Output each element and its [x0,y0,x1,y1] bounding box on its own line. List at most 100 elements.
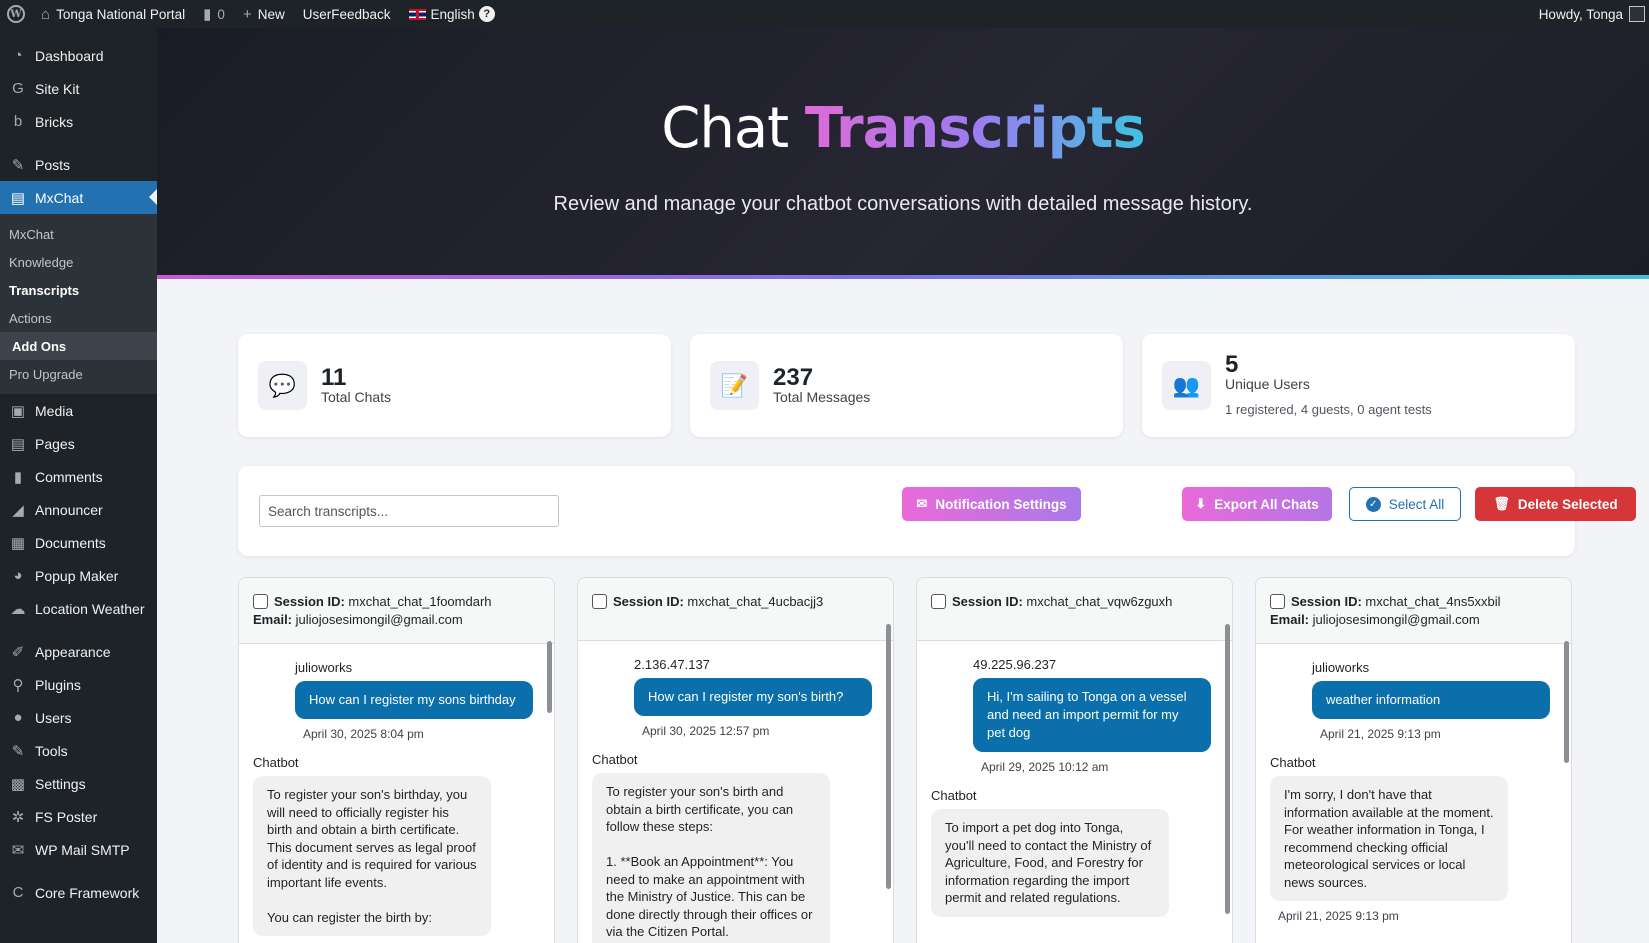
select-checkbox[interactable] [931,594,946,609]
new-label: New [257,6,285,22]
account-menu[interactable]: Howdy, Tonga [1530,0,1645,28]
conversation: julioworks How can I register my sons bir… [239,660,554,936]
stat-number: 11 [321,363,347,391]
message-timestamp: April 30, 2025 8:04 pm [303,727,424,741]
user-name: 49.225.96.237 [973,657,1057,672]
new-content-link[interactable]: + New [234,0,294,28]
admin-sidebar: ◔ Dashboard G Site Kit b Bricks ✎ Posts ▤ MxChat… [0,28,157,943]
email-label: Email: [1270,612,1310,627]
sidebar-item-location-weather[interactable]: ☁ Location Weather [0,592,157,625]
session-id-label: Session ID: [274,594,345,609]
pin-icon: ✎ [11,156,25,174]
stat-card-messages: 📝 237 Total Messages [690,334,1123,437]
message-timestamp: April 21, 2025 9:13 pm [1320,727,1441,741]
sidebar-item-mxchat[interactable]: ▤ MxChat [0,181,157,214]
sidebar-item-label: Core Framework [35,884,140,901]
sidebar-item-label: Bricks [35,113,74,130]
comments-link[interactable]: ▮ 0 [194,0,234,28]
fsposter-icon: ✲ [11,808,25,826]
home-icon: ⌂ [41,5,51,23]
select-all-label: Select All [1388,496,1445,512]
page-title: Chat Transcripts [157,28,1649,161]
user-name: 2.136.47.137 [634,657,710,672]
check-circle-icon: ✓ [1365,496,1381,512]
userfeedback-link[interactable]: UserFeedback [294,0,400,28]
sidebar-item-bricks[interactable]: b Bricks [0,105,157,138]
stats-row: 💬 11 Total Chats 📝 237 Total Messages 👥 … [238,334,1575,437]
mail-icon: ✉ [11,841,25,859]
sidebar-item-media[interactable]: ▣ Media [0,394,157,427]
sidebar-item-label: Plugins [35,676,81,693]
select-checkbox[interactable] [253,594,268,609]
delete-selected-button[interactable]: 🗑 Delete Selected [1475,487,1636,521]
submenu-item-add-ons[interactable]: Add Ons [0,332,157,360]
site-name-link[interactable]: ⌂ Tonga National Portal [32,0,194,28]
language-switcher[interactable]: English? [400,0,504,28]
sidebar-item-pages[interactable]: ▤ Pages [0,427,157,460]
submenu-item-pro-upgrade[interactable]: Pro Upgrade [0,360,157,388]
user-name: julioworks [1312,660,1370,675]
select-all-button[interactable]: ✓ Select All [1349,487,1461,521]
export-all-button[interactable]: ⬇ Export All Chats [1182,487,1332,521]
sidebar-item-tools[interactable]: ✎ Tools [0,734,157,767]
memo-icon: 📝 [710,361,759,410]
bot-message: To register your son's birthday, you wil… [253,776,491,936]
export-icon: ⬇ [1195,496,1207,511]
sidebar-item-label: Media [35,402,74,419]
conversation: 49.225.96.237 Hi, I'm sailing to Tonga on… [917,657,1232,917]
sidebar-item-core-framework[interactable]: C Core Framework [0,876,157,909]
sidebar-item-comments[interactable]: ▮ Comments [0,460,157,493]
submenu-item-mxchat[interactable]: MxChat [0,220,157,248]
transcript-header: Session ID: mxchat_chat_4ucbacjj3 [578,578,893,641]
session-id-label: Session ID: [952,594,1023,609]
search-input[interactable] [259,495,559,527]
sidebar-item-posts[interactable]: ✎ Posts [0,148,157,181]
scrollbar[interactable] [1564,641,1569,763]
bot-name: Chatbot [931,788,977,803]
sidebar-item-settings[interactable]: ▩ Settings [0,767,157,800]
sidebar-item-dashboard[interactable]: ◔ Dashboard [0,39,157,72]
media-icon: ▣ [10,402,26,420]
announcer-icon: ◢ [12,501,24,519]
sidebar-item-site-kit[interactable]: G Site Kit [0,72,157,105]
email-value: juliojosesimongil@gmail.com [1312,612,1480,627]
core-icon: C [12,884,24,901]
help-icon[interactable]: ? [478,6,495,22]
sidebar-item-plugins[interactable]: ⚲ Plugins [0,668,157,701]
scrollbar[interactable] [547,641,552,713]
trash-icon: 🗑 [1493,496,1510,511]
conversation: 2.136.47.137 How can I register my son's … [578,657,893,943]
bot-message: I'm sorry, I don't have that information… [1270,776,1508,901]
sidebar-item-users[interactable]: ● Users [0,701,157,734]
select-checkbox[interactable] [592,594,607,609]
main-content: Chat Transcripts Review and manage your … [157,28,1649,943]
sidebar-item-label: Announcer [35,501,103,518]
scrollbar[interactable] [886,624,891,889]
sidebar-item-label: Site Kit [35,80,80,97]
admin-bar: W ⌂ Tonga National Portal ▮ 0 + New UserFee… [0,0,1649,28]
sidebar-item-documents[interactable]: ▦ Documents [0,526,157,559]
sidebar-item-label: Dashboard [35,47,104,64]
sidebar-item-appearance[interactable]: ✐ Appearance [0,635,157,668]
comment-icon: ▮ [203,6,212,23]
sidebar-item-fs-poster[interactable]: ✲ FS Poster [0,800,157,833]
comments-icon: ▮ [13,468,23,486]
sidebar-item-label: FS Poster [35,808,98,825]
scrollbar[interactable] [1225,624,1230,914]
delete-label: Delete Selected [1517,496,1618,512]
submenu-item-transcripts[interactable]: Transcripts [0,276,157,304]
submenu-item-actions[interactable]: Actions [0,304,157,332]
sidebar-item-announcer[interactable]: ◢ Announcer [0,493,157,526]
popup-icon: ◕ [13,567,23,584]
sidebar-item-wp-mail-smtp[interactable]: ✉ WP Mail SMTP [0,833,157,866]
submenu-item-knowledge[interactable]: Knowledge [0,248,157,276]
wordpress-logo-button[interactable]: W [0,0,32,28]
bot-name: Chatbot [1270,755,1316,770]
select-checkbox[interactable] [1270,594,1285,609]
stat-label: Total Chats [321,388,392,405]
stat-label: Total Messages [773,388,871,405]
sidebar-item-popup-maker[interactable]: ◕ Popup Maker [0,559,157,592]
notification-settings-button[interactable]: ✉ Notification Settings [902,487,1081,521]
sitekit-icon: G [12,80,24,97]
bot-name: Chatbot [592,752,638,767]
